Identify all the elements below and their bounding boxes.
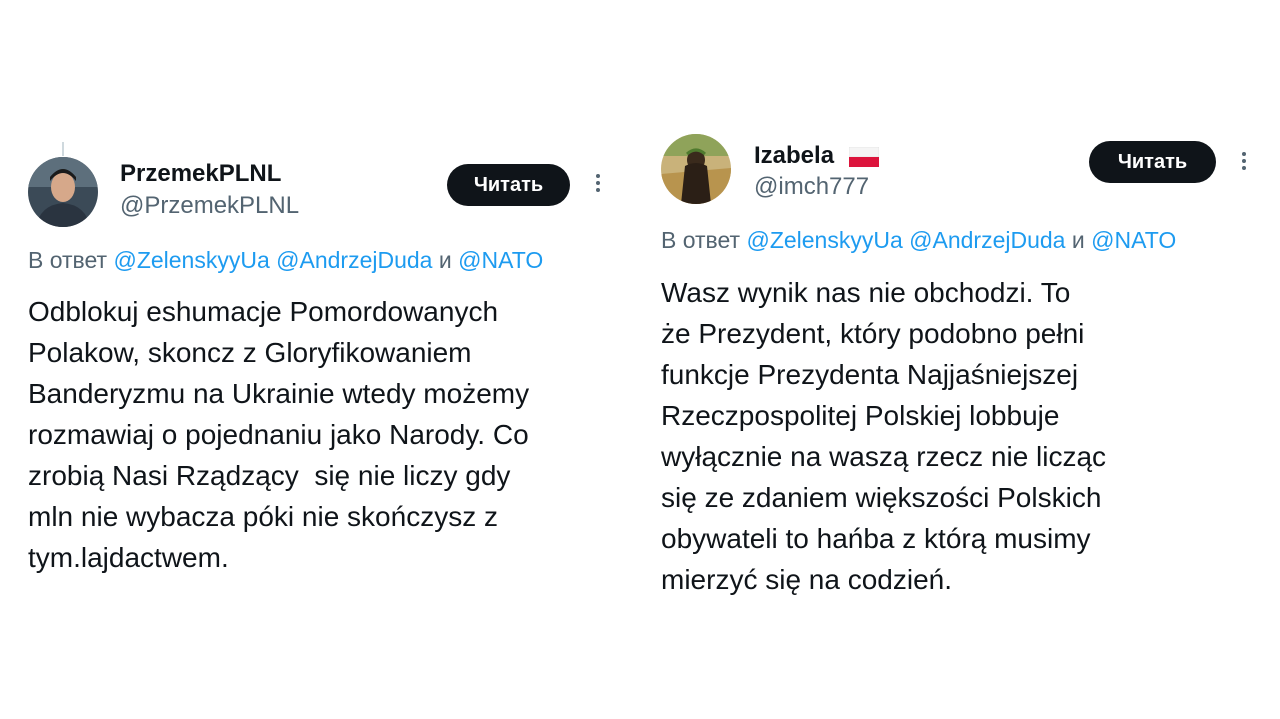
tweet-text-line: Rzeczpospolitej Polskiej lobbuje bbox=[661, 400, 1060, 431]
ellipsis-vertical-icon[interactable] bbox=[592, 171, 604, 199]
tweet-card-izabela: Izabela @imch777 Читать В ответ @Zelensk… bbox=[640, 112, 1280, 632]
tweet-text-line: że Prezydent, który podobno pełni bbox=[661, 318, 1085, 349]
ellipsis-vertical-icon[interactable] bbox=[1238, 149, 1250, 177]
tweet-text-line: funkcje Prezydenta Najjaśniejszej bbox=[661, 359, 1079, 390]
tweet-text-line: Polakow, skoncz z Gloryfikowaniem bbox=[28, 337, 472, 368]
avatar-izabela[interactable] bbox=[661, 134, 731, 204]
avatar-przemek[interactable] bbox=[28, 157, 98, 227]
follow-button[interactable]: Читать bbox=[447, 164, 570, 206]
mention-nato[interactable]: @NATO bbox=[1091, 227, 1176, 253]
tweet-text-line: tym.lajdactwem. bbox=[28, 542, 229, 573]
thread-line bbox=[62, 142, 64, 156]
mention-zelenskyyua[interactable]: @ZelenskyyUa bbox=[746, 227, 902, 253]
poland-flag-icon bbox=[848, 146, 879, 167]
handle[interactable]: @imch777 bbox=[754, 173, 869, 201]
follow-button[interactable]: Читать bbox=[1089, 141, 1216, 183]
tweet-text-line: obywateli to hańba z którą musimy bbox=[661, 523, 1091, 554]
reply-conjunction: и bbox=[438, 247, 452, 273]
tweet-text: Wasz wynik nas nie obchodzi. To że Prezy… bbox=[661, 272, 1106, 600]
tweet-text-line: wyłącznie na waszą rzecz nie licząc bbox=[661, 441, 1107, 472]
mention-zelenskyyua[interactable]: @ZelenskyyUa bbox=[113, 247, 269, 273]
display-name[interactable]: PrzemekPLNL bbox=[120, 160, 281, 188]
tweet-text-line: zrobią Nasi Rządzący się nie liczy gdy bbox=[28, 460, 511, 491]
user-photo-avatar-icon bbox=[28, 157, 98, 227]
reply-prefix: В ответ bbox=[661, 227, 741, 253]
tweet-card-przemek: PrzemekPLNL @PrzemekPLNL Читать В ответ … bbox=[0, 140, 640, 610]
reply-conjunction: и bbox=[1071, 227, 1085, 253]
user-photo-avatar-icon bbox=[661, 134, 731, 204]
display-name-text: Izabela bbox=[754, 142, 835, 169]
mention-andrzejduda[interactable]: @AndrzejDuda bbox=[276, 247, 432, 273]
tweet-text-line: Banderyzmu na Ukrainie wtedy możemy bbox=[28, 378, 530, 409]
tweet-text-line: mierzyć się na codzień. bbox=[661, 564, 953, 595]
tweet-text-line: Wasz wynik nas nie obchodzi. To bbox=[661, 277, 1071, 308]
tweet-text-line: mln nie wybacza póki nie skończysz z bbox=[28, 501, 498, 532]
mention-andrzejduda[interactable]: @AndrzejDuda bbox=[909, 227, 1065, 253]
reply-context: В ответ @ZelenskyyUa @AndrzejDuda и @NAT… bbox=[28, 247, 543, 274]
mention-nato[interactable]: @NATO bbox=[458, 247, 543, 273]
tweet-text-line: się ze zdaniem większości Polskich bbox=[661, 482, 1102, 513]
display-name[interactable]: Izabela bbox=[754, 142, 879, 170]
tweet-text: Odblokuj eshumacje Pomordowanych Polakow… bbox=[28, 291, 529, 578]
tweet-text-line: Odblokuj eshumacje Pomordowanych bbox=[28, 296, 499, 327]
tweet-text-line: rozmawiaj o pojednaniu jako Narody. Co bbox=[28, 419, 529, 450]
handle[interactable]: @PrzemekPLNL bbox=[120, 192, 299, 220]
reply-context: В ответ @ZelenskyyUa @AndrzejDuda и @NAT… bbox=[661, 227, 1176, 254]
reply-prefix: В ответ bbox=[28, 247, 108, 273]
